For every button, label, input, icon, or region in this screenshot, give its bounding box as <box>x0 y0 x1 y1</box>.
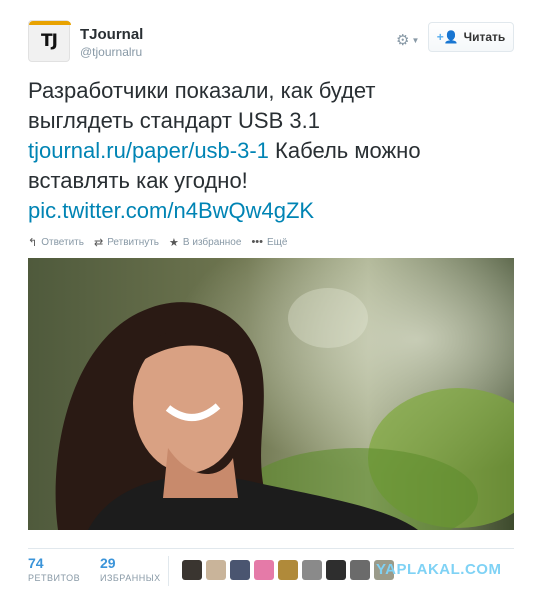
reply-icon: ↰ <box>28 236 38 249</box>
settings-dropdown[interactable]: ⚙ ▼ <box>396 29 422 51</box>
tweet-line-3-text: Кабель можно <box>268 138 421 163</box>
retweets-count: 74 <box>28 555 44 571</box>
add-user-icon: +👤 <box>436 30 459 44</box>
gear-icon: ⚙ <box>396 32 410 49</box>
photo-image <box>28 258 514 530</box>
favorites-count: 29 <box>100 555 116 571</box>
tweet-line-3: tjournal.ru/paper/usb-3-1 Кабель можно <box>28 136 508 166</box>
retweets-stat[interactable]: 74 РЕТВИТОВ <box>28 555 80 583</box>
tweet-line-1: Разработчики показали, как будет <box>28 78 376 103</box>
retweet-label: Ретвитнуть <box>107 236 160 248</box>
stats-divider <box>28 548 514 549</box>
user-avatar[interactable] <box>230 560 250 580</box>
tweet-line-4: вставлять как угодно! <box>28 168 248 193</box>
favorite-label: В избранное <box>182 236 242 248</box>
favorites-stat[interactable]: 29 ИЗБРАННЫХ <box>100 555 161 583</box>
user-avatar[interactable] <box>278 560 298 580</box>
tweet-photo[interactable] <box>28 258 514 530</box>
follow-button-label: Читать <box>463 30 506 44</box>
user-avatar[interactable] <box>182 560 202 580</box>
user-avatars-row <box>182 560 398 580</box>
user-avatar[interactable] <box>206 560 226 580</box>
pic-link[interactable]: pic.twitter.com/n4BwQw4gZK <box>28 198 314 223</box>
retweet-icon: ⇄ <box>93 236 104 249</box>
avatar[interactable]: TJ <box>28 20 71 62</box>
tweet-line-2: выглядеть стандарт USB 3.1 <box>28 108 320 133</box>
star-icon: ★ <box>169 236 179 249</box>
user-avatar[interactable] <box>350 560 370 580</box>
stats-separator <box>168 556 169 586</box>
tweet-text: Разработчики показали, как будет выгляде… <box>28 76 508 226</box>
account-name[interactable]: TJournal <box>80 26 143 43</box>
retweet-button[interactable]: ⇄ Ретвитнуть <box>94 236 159 249</box>
user-avatar[interactable] <box>302 560 322 580</box>
retweets-label: РЕТВИТОВ <box>28 573 81 583</box>
article-link[interactable]: tjournal.ru/paper/usb-3-1 <box>28 138 269 163</box>
favorite-button[interactable]: ★ В избранное <box>169 236 241 249</box>
more-dots-icon: ••• <box>251 236 263 248</box>
chevron-down-icon: ▼ <box>411 35 420 45</box>
tweet-actions: ↰ Ответить ⇄ Ретвитнуть ★ В избранное ••… <box>28 234 297 250</box>
more-label: Ещё <box>267 236 288 248</box>
watermark: YAPLAKAL.COM <box>376 561 502 578</box>
avatar-logo-text: TJ <box>41 31 58 51</box>
reply-button[interactable]: ↰ Ответить <box>28 236 84 249</box>
account-handle[interactable]: @tjournalru <box>80 45 142 59</box>
follow-button[interactable]: +👤 Читать <box>428 22 514 52</box>
favorites-label: ИЗБРАННЫХ <box>100 573 161 583</box>
more-button[interactable]: ••• Ещё <box>251 236 287 248</box>
avatar-accent <box>29 21 71 25</box>
user-avatar[interactable] <box>326 560 346 580</box>
tweet-line-5: pic.twitter.com/n4BwQw4gZK <box>28 196 508 226</box>
user-avatar[interactable] <box>254 560 274 580</box>
tweet-header: TJ TJournal @tjournalru ⚙ ▼ +👤 Читать <box>28 20 516 64</box>
reply-label: Ответить <box>41 236 84 248</box>
